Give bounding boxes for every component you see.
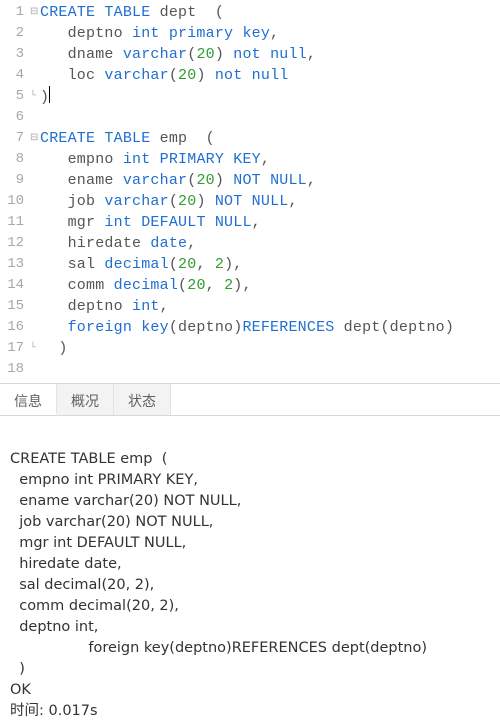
editor-line[interactable]: 1⊟CREATE TABLE dept (: [0, 2, 500, 23]
editor-line[interactable]: 14 comm decimal(20, 2),: [0, 275, 500, 296]
fold-icon[interactable]: [30, 317, 40, 338]
code-content[interactable]: empno int PRIMARY KEY,: [40, 149, 270, 170]
fold-icon[interactable]: [30, 212, 40, 233]
line-number[interactable]: 5: [0, 86, 30, 107]
line-number[interactable]: 9: [0, 170, 30, 191]
editor-line[interactable]: 15 deptno int,: [0, 296, 500, 317]
fold-icon[interactable]: [30, 23, 40, 44]
output-line: deptno int,: [10, 619, 98, 635]
output-line: OK: [10, 682, 31, 698]
fold-icon[interactable]: [30, 44, 40, 65]
output-line: CREATE TABLE emp (: [10, 451, 167, 467]
output-line: comm decimal(20, 2),: [10, 598, 179, 614]
code-content[interactable]: ): [40, 338, 68, 359]
code-content[interactable]: mgr int DEFAULT NULL,: [40, 212, 261, 233]
code-content[interactable]: comm decimal(20, 2),: [40, 275, 252, 296]
line-number[interactable]: 15: [0, 296, 30, 317]
fold-icon[interactable]: └: [30, 86, 40, 107]
editor-line[interactable]: 18: [0, 359, 500, 380]
sql-editor[interactable]: 1⊟CREATE TABLE dept (2 deptno int primar…: [0, 0, 500, 380]
line-number[interactable]: 2: [0, 23, 30, 44]
fold-icon[interactable]: └: [30, 338, 40, 359]
tab-info[interactable]: 信息: [0, 384, 57, 415]
editor-line[interactable]: 11 mgr int DEFAULT NULL,: [0, 212, 500, 233]
editor-line[interactable]: 10 job varchar(20) NOT NULL,: [0, 191, 500, 212]
editor-line[interactable]: 8 empno int PRIMARY KEY,: [0, 149, 500, 170]
editor-line[interactable]: 5└): [0, 86, 500, 107]
editor-line[interactable]: 3 dname varchar(20) not null,: [0, 44, 500, 65]
output-line: mgr int DEFAULT NULL,: [10, 535, 186, 551]
line-number[interactable]: 11: [0, 212, 30, 233]
line-number[interactable]: 16: [0, 317, 30, 338]
editor-line[interactable]: 17└ ): [0, 338, 500, 359]
code-content[interactable]: CREATE TABLE dept (: [40, 2, 224, 23]
fold-icon[interactable]: [30, 170, 40, 191]
fold-icon[interactable]: [30, 65, 40, 86]
fold-icon[interactable]: [30, 233, 40, 254]
fold-icon[interactable]: [30, 107, 40, 128]
line-number[interactable]: 12: [0, 233, 30, 254]
line-number[interactable]: 7: [0, 128, 30, 149]
line-number[interactable]: 4: [0, 65, 30, 86]
tab-profile[interactable]: 概况: [57, 384, 114, 415]
fold-icon[interactable]: [30, 254, 40, 275]
output-line: ename varchar(20) NOT NULL,: [10, 493, 241, 509]
line-number[interactable]: 1: [0, 2, 30, 23]
output-line: empno int PRIMARY KEY,: [10, 472, 198, 488]
editor-line[interactable]: 9 ename varchar(20) NOT NULL,: [0, 170, 500, 191]
editor-line[interactable]: 2 deptno int primary key,: [0, 23, 500, 44]
fold-icon[interactable]: [30, 296, 40, 317]
editor-line[interactable]: 7⊟CREATE TABLE emp (: [0, 128, 500, 149]
output-line: foreign key(deptno)REFERENCES dept(deptn…: [10, 640, 427, 656]
text-cursor: [49, 86, 50, 103]
code-content[interactable]: deptno int,: [40, 296, 169, 317]
code-content[interactable]: hiredate date,: [40, 233, 196, 254]
code-content[interactable]: foreign key(deptno)REFERENCES dept(deptn…: [40, 317, 454, 338]
output-line: 时间: 0.017s: [10, 703, 98, 719]
editor-line[interactable]: 6: [0, 107, 500, 128]
output-line: sal decimal(20, 2),: [10, 577, 154, 593]
output-line: ): [10, 661, 25, 677]
line-number[interactable]: 13: [0, 254, 30, 275]
line-number[interactable]: 6: [0, 107, 30, 128]
line-number[interactable]: 10: [0, 191, 30, 212]
fold-icon[interactable]: ⊟: [30, 2, 40, 23]
output-line: job varchar(20) NOT NULL,: [10, 514, 213, 530]
code-content[interactable]: loc varchar(20) not null: [40, 65, 288, 86]
line-number[interactable]: 18: [0, 359, 30, 380]
code-content[interactable]: ename varchar(20) NOT NULL,: [40, 170, 316, 191]
fold-icon[interactable]: [30, 275, 40, 296]
line-number[interactable]: 8: [0, 149, 30, 170]
line-number[interactable]: 14: [0, 275, 30, 296]
tab-status[interactable]: 状态: [114, 384, 171, 415]
editor-line[interactable]: 13 sal decimal(20, 2),: [0, 254, 500, 275]
editor-line[interactable]: 16 foreign key(deptno)REFERENCES dept(de…: [0, 317, 500, 338]
editor-line[interactable]: 4 loc varchar(20) not null: [0, 65, 500, 86]
code-content[interactable]: sal decimal(20, 2),: [40, 254, 242, 275]
editor-line[interactable]: 12 hiredate date,: [0, 233, 500, 254]
code-content[interactable]: job varchar(20) NOT NULL,: [40, 191, 298, 212]
fold-icon[interactable]: [30, 359, 40, 380]
fold-icon[interactable]: [30, 191, 40, 212]
output-tabs: 信息 概况 状态: [0, 384, 500, 416]
fold-icon[interactable]: [30, 149, 40, 170]
code-content[interactable]: CREATE TABLE emp (: [40, 128, 215, 149]
line-number[interactable]: 17: [0, 338, 30, 359]
output-panel: CREATE TABLE emp ( empno int PRIMARY KEY…: [0, 416, 500, 726]
code-content[interactable]: ): [40, 86, 50, 107]
code-content[interactable]: dname varchar(20) not null,: [40, 44, 316, 65]
output-line: hiredate date,: [10, 556, 122, 572]
code-content[interactable]: deptno int primary key,: [40, 23, 279, 44]
fold-icon[interactable]: ⊟: [30, 128, 40, 149]
line-number[interactable]: 3: [0, 44, 30, 65]
